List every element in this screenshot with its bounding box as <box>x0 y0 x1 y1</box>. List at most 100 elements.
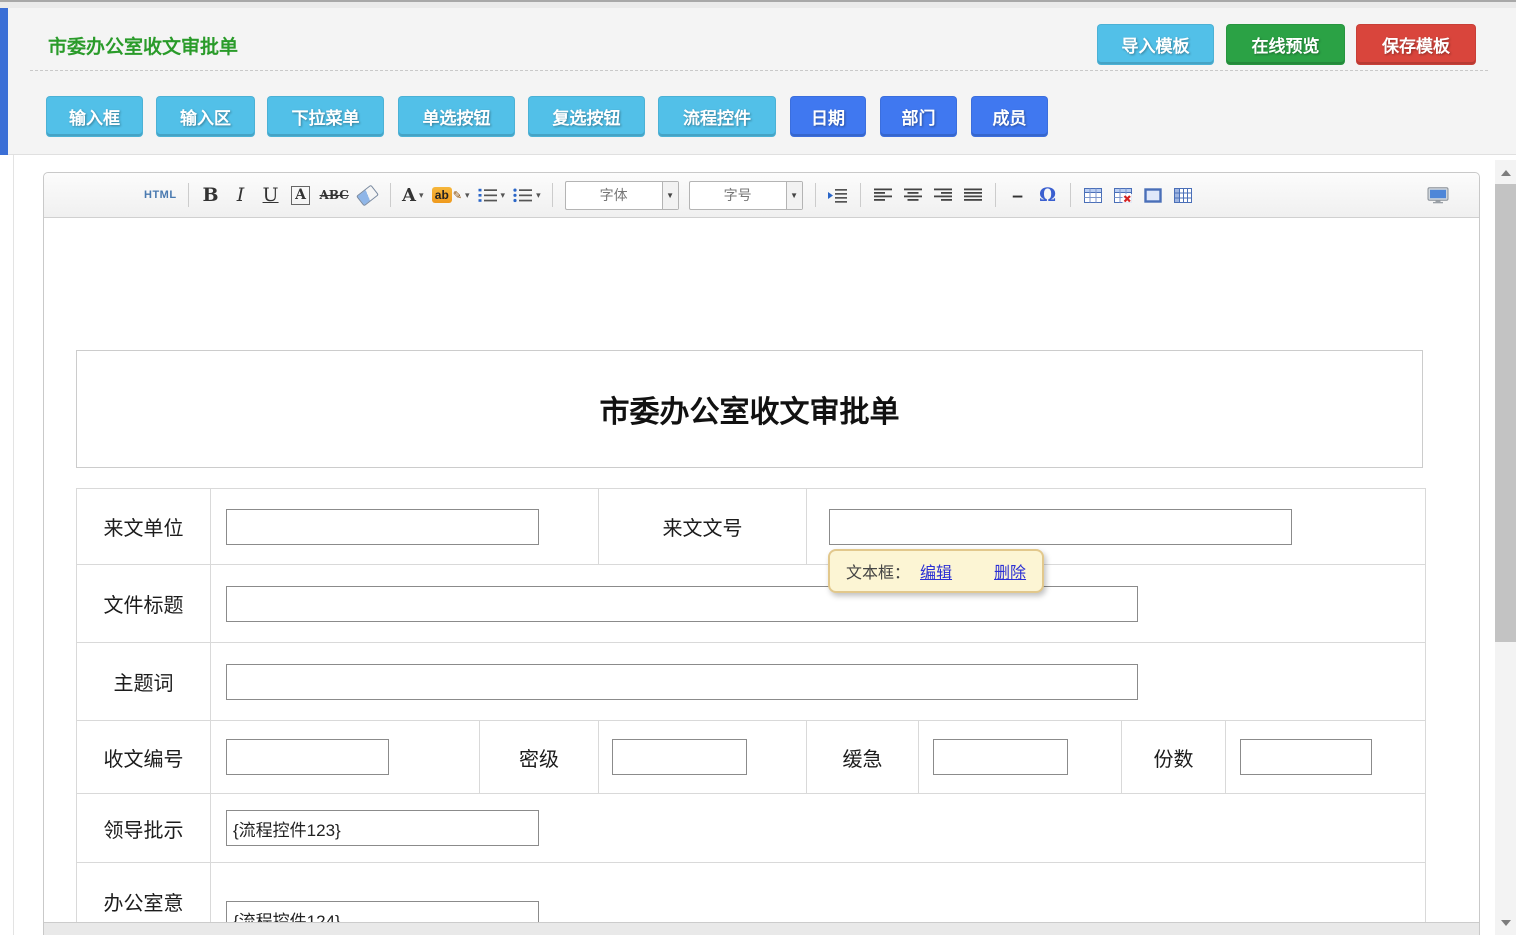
receipt-no-label: 收文编号 <box>77 743 210 772</box>
add-input-button[interactable]: 输入框 <box>46 96 143 137</box>
table-row: 收文编号 密级 缓急 份数 <box>77 721 1426 794</box>
table-cell: 办公室意 <box>77 863 211 923</box>
incoming-no-input[interactable] <box>829 509 1292 545</box>
highlight-color-button[interactable]: ab ✎ ▾ <box>428 181 474 209</box>
horizontal-rule-button[interactable]: — <box>1003 181 1033 209</box>
table-cell: 密级 <box>480 721 599 794</box>
form-title: 市委办公室收文审批单 <box>600 387 900 431</box>
copies-input[interactable] <box>1240 739 1372 775</box>
align-right-button[interactable] <box>928 181 958 209</box>
italic-button[interactable]: I <box>226 181 256 209</box>
table-cell <box>919 721 1122 794</box>
table-properties-icon <box>1144 188 1162 203</box>
table-row: 办公室意 <box>77 863 1426 923</box>
add-member-button[interactable]: 成员 <box>971 96 1048 137</box>
align-justify-button[interactable] <box>958 181 988 209</box>
add-flow-control-button[interactable]: 流程控件 <box>658 96 776 137</box>
leader-remarks-input[interactable] <box>226 810 539 846</box>
table-cell: 主题词 <box>77 643 211 721</box>
receipt-no-input[interactable] <box>226 739 389 775</box>
ordered-list-icon <box>478 188 498 203</box>
delete-control-link[interactable]: 删除 <box>994 559 1026 583</box>
underline-button[interactable]: U <box>256 181 286 209</box>
tooltip-label: 文本框： <box>846 559 910 583</box>
incoming-no-label: 来文文号 <box>599 512 806 541</box>
add-radio-button[interactable]: 单选按钮 <box>398 96 515 137</box>
indent-icon <box>828 188 848 203</box>
align-center-icon <box>904 188 922 202</box>
text-color-button[interactable]: A ▾ <box>398 181 428 209</box>
add-textarea-button[interactable]: 输入区 <box>156 96 255 137</box>
font-size-label: 字号 <box>690 182 786 209</box>
urgency-input[interactable] <box>933 739 1068 775</box>
subject-words-label: 主题词 <box>77 667 210 696</box>
content-area: HTML B I U A ABC A ▾ ab ✎ ▾ <box>0 155 1516 935</box>
insert-table-icon <box>1084 188 1102 203</box>
add-dropdown-button[interactable]: 下拉菜单 <box>267 96 384 137</box>
html-source-button[interactable]: HTML <box>140 181 181 209</box>
table-cell <box>211 863 1426 923</box>
form-table: 来文单位 来文文号 文件标题 主题词 收文编号 <box>76 488 1426 922</box>
font-size-select[interactable]: 字号 ▼ <box>689 181 803 210</box>
table-cell <box>599 721 807 794</box>
cell-properties-button[interactable] <box>1168 181 1198 209</box>
caret-down-icon: ▾ <box>465 190 470 201</box>
indent-button[interactable] <box>823 181 853 209</box>
incoming-unit-input[interactable] <box>226 509 539 545</box>
special-char-button[interactable]: Ω <box>1033 181 1063 209</box>
scroll-up-button[interactable] <box>1495 165 1516 181</box>
form-title-box: 市委办公室收文审批单 <box>76 350 1423 468</box>
control-tooltip: 文本框： 编辑 删除 <box>828 549 1044 593</box>
bold-button[interactable]: B <box>196 181 226 209</box>
insert-table-button[interactable] <box>1078 181 1108 209</box>
add-checkbox-button[interactable]: 复选按钮 <box>528 96 645 137</box>
header-divider <box>30 70 1488 71</box>
font-attributes-button[interactable]: A <box>286 181 316 209</box>
table-properties-button[interactable] <box>1138 181 1168 209</box>
align-right-icon <box>934 188 952 202</box>
window-top-edge <box>0 0 1516 8</box>
cell-properties-icon <box>1174 188 1192 203</box>
office-opinion-input[interactable] <box>226 901 539 922</box>
align-left-icon <box>874 188 892 202</box>
align-left-button[interactable] <box>868 181 898 209</box>
add-date-button[interactable]: 日期 <box>790 96 866 137</box>
editor-canvas[interactable]: 市委办公室收文审批单 来文单位 来文文号 文件标题 <box>44 218 1479 922</box>
scroll-down-button[interactable] <box>1495 915 1516 931</box>
select-arrow-icon: ▼ <box>786 182 802 209</box>
subject-words-input[interactable] <box>226 664 1138 700</box>
online-preview-button[interactable]: 在线预览 <box>1226 24 1345 65</box>
fullscreen-button[interactable] <box>1423 181 1453 209</box>
font-family-label: 字体 <box>566 182 662 209</box>
unordered-list-icon <box>513 188 533 203</box>
text-color-icon: A <box>402 185 416 206</box>
ordered-list-button[interactable]: ▾ <box>474 181 510 209</box>
toolbar-separator <box>552 183 553 207</box>
vertical-scrollbar[interactable] <box>1495 160 1516 935</box>
font-family-select[interactable]: 字体 ▼ <box>565 181 679 210</box>
add-department-button[interactable]: 部门 <box>880 96 957 137</box>
remove-format-button[interactable] <box>353 181 383 209</box>
caret-down-icon: ▾ <box>419 190 424 201</box>
panel-left-border <box>13 155 14 935</box>
editor-statusbar[interactable] <box>44 922 1479 935</box>
import-template-button[interactable]: 导入模板 <box>1097 24 1214 65</box>
edit-control-link[interactable]: 编辑 <box>920 559 952 583</box>
table-cell <box>211 721 480 794</box>
save-template-button[interactable]: 保存模板 <box>1356 24 1476 65</box>
secrecy-input[interactable] <box>612 739 747 775</box>
table-cell <box>211 565 1426 643</box>
screen: 市委办公室收文审批单 导入模板 在线预览 保存模板 输入框 输入区 下拉菜单 单… <box>0 0 1516 935</box>
doc-title-label: 文件标题 <box>77 589 210 618</box>
unordered-list-button[interactable]: ▾ <box>509 181 545 209</box>
caret-down-icon: ▾ <box>536 190 541 201</box>
delete-table-button[interactable] <box>1108 181 1138 209</box>
scrollbar-thumb[interactable] <box>1495 184 1516 642</box>
delete-table-icon <box>1114 188 1132 203</box>
table-cell: 收文编号 <box>77 721 211 794</box>
strikethrough-button[interactable]: ABC <box>316 181 353 209</box>
table-cell <box>211 643 1426 721</box>
table-cell <box>211 489 599 565</box>
align-center-button[interactable] <box>898 181 928 209</box>
table-cell: 文件标题 <box>77 565 211 643</box>
